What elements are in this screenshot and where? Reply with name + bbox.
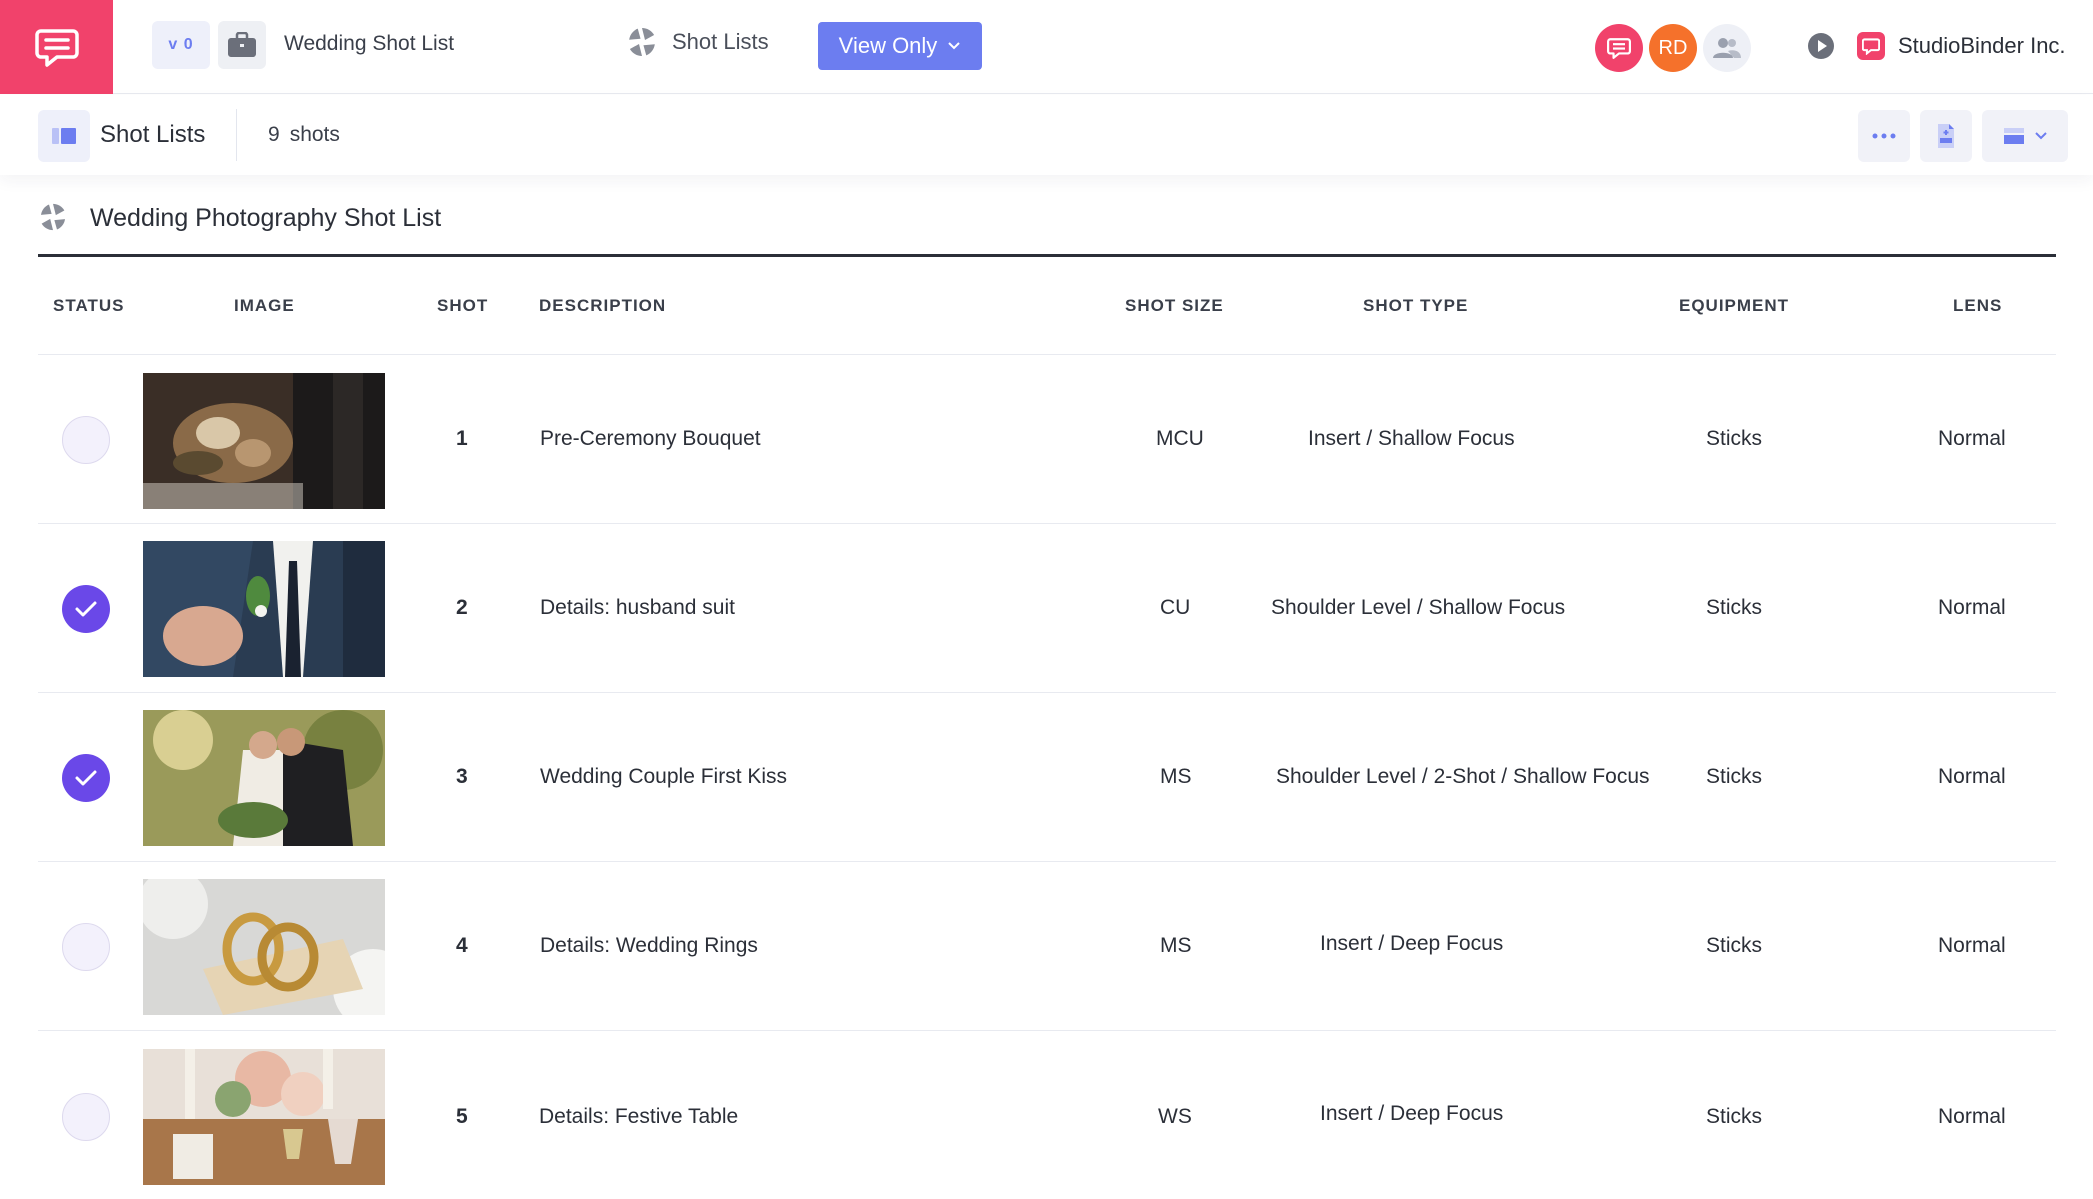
sidebar-toggle-button[interactable]	[38, 110, 90, 162]
shots-count-unit: shots	[289, 123, 340, 146]
shot-type[interactable]: Insert / Deep Focus	[1320, 932, 1503, 956]
chat-logo-icon	[1607, 38, 1631, 59]
table-row[interactable]: 2 Details: husband suit CU Shoulder Leve…	[38, 523, 2056, 692]
shots-count-number: 9	[268, 123, 280, 146]
table-row[interactable]: 4 Details: Wedding Rings MS Insert / Dee…	[38, 861, 2056, 1030]
column-header-shot[interactable]: SHOT	[437, 296, 488, 316]
festive-table-photo[interactable]	[143, 1049, 385, 1185]
shot-number: 4	[456, 934, 468, 957]
users-icon	[1713, 38, 1741, 58]
suit-boutonniere-photo[interactable]	[143, 541, 385, 677]
shot-size[interactable]: WS	[1158, 1105, 1192, 1129]
divider	[236, 109, 237, 161]
chat-logo-icon	[34, 29, 79, 67]
shot-lists-nav[interactable]: Shot Lists	[626, 26, 769, 58]
aperture-icon	[629, 28, 655, 56]
column-header-status[interactable]: STATUS	[53, 296, 124, 316]
shot-number: 3	[456, 765, 468, 788]
shot-size[interactable]: MS	[1160, 765, 1192, 789]
shot-number: 1	[456, 427, 468, 450]
status-checkbox-checked[interactable]	[62, 754, 110, 802]
table-row[interactable]: 3 Wedding Couple First Kiss MS Shoulder …	[38, 692, 2056, 861]
shot-size[interactable]: MCU	[1156, 427, 1204, 451]
table-row[interactable]: 5 Details: Festive Table WS Insert / Dee…	[38, 1030, 2056, 1199]
shot-lens[interactable]: Normal	[1938, 1105, 2006, 1129]
briefcase-icon	[228, 32, 256, 57]
column-header-equipment[interactable]: EQUIPMENT	[1679, 296, 1789, 316]
shot-type[interactable]: Insert / Deep Focus	[1320, 1102, 1503, 1126]
rows-layout-icon	[2004, 128, 2024, 144]
shot-list-header: Wedding Photography Shot List	[38, 195, 2056, 257]
shot-size[interactable]: MS	[1160, 934, 1192, 958]
shot-type[interactable]: Insert / Shallow Focus	[1308, 427, 1515, 451]
shot-equipment[interactable]: Sticks	[1706, 934, 1762, 958]
sidebar-panel-icon	[52, 128, 76, 144]
view-mode-label: View Only	[838, 33, 938, 58]
studiobinder-logo[interactable]	[0, 0, 113, 94]
section-title: Shot Lists	[100, 121, 206, 148]
wedding-rings-photo[interactable]	[143, 879, 385, 1015]
couple-kiss-photo[interactable]	[143, 710, 385, 846]
shot-type[interactable]: Shoulder Level / Shallow Focus	[1271, 596, 1565, 620]
shot-description[interactable]: Pre-Ceremony Bouquet	[540, 427, 761, 451]
checkmark-icon	[75, 770, 97, 786]
collaborators-button[interactable]	[1703, 24, 1751, 72]
more-options-button[interactable]	[1858, 110, 1910, 162]
project-button[interactable]	[218, 21, 266, 69]
aperture-icon	[40, 203, 66, 231]
shot-description[interactable]: Details: Festive Table	[539, 1105, 738, 1129]
shot-lens[interactable]: Normal	[1938, 596, 2006, 620]
shot-description[interactable]: Details: husband suit	[540, 596, 735, 620]
company-logo-icon	[1857, 32, 1885, 60]
status-checkbox[interactable]	[62, 1093, 110, 1141]
shot-size[interactable]: CU	[1160, 596, 1190, 620]
version-badge[interactable]: v 0	[152, 21, 210, 69]
status-checkbox[interactable]	[62, 923, 110, 971]
bouquet-photo[interactable]	[143, 373, 385, 509]
checkmark-icon	[75, 601, 97, 617]
column-header-shot-size[interactable]: SHOT SIZE	[1125, 296, 1224, 316]
view-mode-dropdown[interactable]: View Only	[818, 22, 982, 70]
ellipsis-icon	[1872, 133, 1896, 139]
company-name[interactable]: StudioBinder Inc.	[1898, 33, 2066, 59]
shot-description[interactable]: Wedding Couple First Kiss	[540, 765, 787, 789]
column-header-shot-type[interactable]: SHOT TYPE	[1363, 296, 1468, 316]
column-header-image[interactable]: IMAGE	[234, 296, 295, 316]
project-title: Wedding Shot List	[284, 32, 455, 55]
chevron-down-icon	[948, 42, 961, 50]
shot-description[interactable]: Details: Wedding Rings	[540, 934, 758, 958]
shot-number: 2	[456, 596, 468, 619]
shot-lens[interactable]: Normal	[1938, 427, 2006, 451]
shot-type[interactable]: Shoulder Level / 2-Shot / Shallow Focus	[1276, 765, 1650, 789]
export-pdf-button[interactable]	[1920, 110, 1972, 162]
avatar-studiobinder[interactable]	[1595, 24, 1643, 72]
status-checkbox-checked[interactable]	[62, 585, 110, 633]
shot-lens[interactable]: Normal	[1938, 765, 2006, 789]
sub-header: Shot Lists 9 shots	[0, 95, 2093, 175]
layout-view-dropdown[interactable]	[1982, 110, 2068, 162]
play-icon[interactable]	[1807, 32, 1835, 60]
chevron-down-icon	[2035, 132, 2047, 140]
shot-equipment[interactable]: Sticks	[1706, 765, 1762, 789]
shot-list-title: Wedding Photography Shot List	[90, 204, 442, 232]
avatar-rd[interactable]: RD	[1649, 24, 1697, 72]
column-header-lens[interactable]: LENS	[1953, 296, 2002, 316]
table-row[interactable]: 1 Pre-Ceremony Bouquet MCU Insert / Shal…	[38, 354, 2056, 523]
shot-lists-nav-label: Shot Lists	[672, 29, 769, 54]
shot-equipment[interactable]: Sticks	[1706, 427, 1762, 451]
status-checkbox[interactable]	[62, 416, 110, 464]
shot-number: 5	[456, 1105, 468, 1128]
column-header-description[interactable]: DESCRIPTION	[539, 296, 666, 316]
shot-lens[interactable]: Normal	[1938, 934, 2006, 958]
shot-equipment[interactable]: Sticks	[1706, 1105, 1762, 1129]
top-bar: v 0 Wedding Shot List Shot Lists View On…	[0, 0, 2093, 94]
shots-count: 9 shots	[268, 123, 340, 147]
shot-equipment[interactable]: Sticks	[1706, 596, 1762, 620]
pdf-icon	[1938, 124, 1954, 148]
